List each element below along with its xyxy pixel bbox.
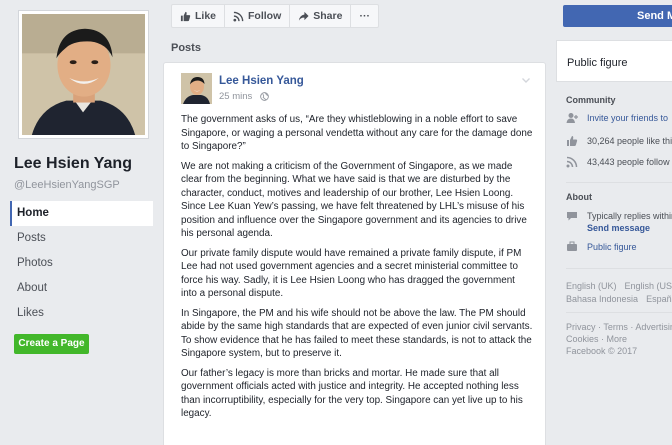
thumbs-up-icon	[180, 11, 191, 21]
page-name[interactable]: Lee Hsien Yang	[14, 155, 132, 173]
avatar-photo	[181, 73, 212, 104]
sidebar-divider	[566, 268, 672, 269]
send-message-button[interactable]: Send Message	[563, 5, 672, 27]
post-timestamp[interactable]: 25 mins	[219, 91, 252, 102]
create-page-button[interactable]: Create a Page	[14, 334, 89, 354]
page-action-bar: Like Follow Share ···	[171, 4, 379, 28]
send-message-link[interactable]: Send message	[587, 223, 650, 233]
post-paragraph: In Singapore, the PM and his wife should…	[181, 307, 533, 360]
post-body: The government asks of us, “Are they whi…	[181, 113, 533, 427]
sidebar-divider	[566, 312, 672, 313]
person-plus-icon	[566, 113, 578, 123]
about-heading: About	[566, 192, 592, 202]
rss-icon	[566, 156, 578, 168]
more-label: ···	[359, 10, 370, 22]
chat-bubble-icon	[567, 212, 577, 221]
response-time-text: Typically replies within	[587, 211, 672, 221]
category-label: Public figure	[567, 57, 628, 69]
posts-heading: Posts	[171, 42, 201, 54]
invite-friends-link: Invite your friends to	[587, 113, 669, 123]
nav-item-posts[interactable]: Posts	[10, 226, 153, 251]
category-row: Public figure	[566, 241, 637, 253]
left-navigation: Home Posts Photos About Likes	[10, 201, 153, 326]
footer-cookies-link[interactable]: Cookies	[566, 334, 599, 344]
post-paragraph: The government asks of us, “Are they whi…	[181, 114, 533, 152]
nav-item-home[interactable]: Home	[10, 201, 153, 226]
thumbs-up-icon	[567, 136, 578, 146]
post-card: Lee Hsien Yang 25 mins The government as…	[163, 62, 546, 445]
follows-count-row: 43,443 people follow	[566, 156, 670, 168]
post-paragraph: Our private family dispute would have re…	[181, 247, 522, 300]
footer-links: Cookies · More	[566, 334, 628, 344]
footer-links: Privacy · Terms · Advertising	[566, 322, 672, 332]
likes-count: 30,264 people like this	[587, 136, 672, 146]
post-author-avatar[interactable]	[181, 73, 212, 104]
page-handle[interactable]: @LeeHsienYangSGP	[14, 179, 120, 191]
nav-item-photos[interactable]: Photos	[10, 251, 153, 276]
post-paragraph: Our father’s legacy is more than bricks …	[181, 367, 523, 420]
post-paragraph: We are not making a criticism of the Gov…	[181, 160, 527, 240]
footer-advertising-link[interactable]: Advertising	[635, 322, 672, 332]
invite-friends-row[interactable]: Invite your friends to	[566, 112, 668, 124]
language-row: Bahasa Indonesia Español	[566, 294, 672, 304]
footer-more-link[interactable]: More	[607, 334, 628, 344]
post-author-name[interactable]: Lee Hsien Yang	[219, 75, 304, 87]
nav-item-about[interactable]: About	[10, 276, 153, 301]
follow-label: Follow	[248, 10, 282, 22]
share-button[interactable]: Share	[290, 5, 352, 27]
sidebar-divider	[566, 182, 672, 183]
like-button[interactable]: Like	[172, 5, 226, 27]
share-arrow-icon	[299, 11, 309, 21]
globe-icon	[260, 92, 269, 101]
tag-icon	[567, 241, 577, 251]
language-row: English (UK) English (US)	[566, 281, 672, 291]
category-box: Public figure	[556, 40, 672, 82]
follows-count: 43,443 people follow	[587, 157, 670, 167]
rss-icon	[233, 11, 244, 22]
more-options-button[interactable]: ···	[351, 5, 378, 27]
profile-picture[interactable]	[18, 10, 149, 139]
profile-photo	[22, 14, 145, 135]
language-option[interactable]: Español	[646, 294, 672, 304]
nav-item-likes[interactable]: Likes	[10, 301, 153, 326]
footer-copyright: Facebook © 2017	[566, 346, 638, 356]
likes-count-row: 30,264 people like this	[566, 135, 672, 147]
chevron-down-icon[interactable]	[521, 75, 531, 85]
share-label: Share	[313, 10, 343, 22]
footer-privacy-link[interactable]: Privacy	[566, 322, 596, 332]
response-time-row: Typically replies within	[566, 210, 672, 222]
language-option[interactable]: English (UK)	[566, 281, 617, 291]
follow-button[interactable]: Follow	[225, 5, 291, 27]
language-option[interactable]: Bahasa Indonesia	[566, 294, 638, 304]
footer-terms-link[interactable]: Terms	[603, 322, 628, 332]
category-link: Public figure	[587, 242, 637, 252]
like-label: Like	[195, 10, 217, 22]
language-option[interactable]: English (US)	[625, 281, 672, 291]
community-heading: Community	[566, 95, 616, 105]
